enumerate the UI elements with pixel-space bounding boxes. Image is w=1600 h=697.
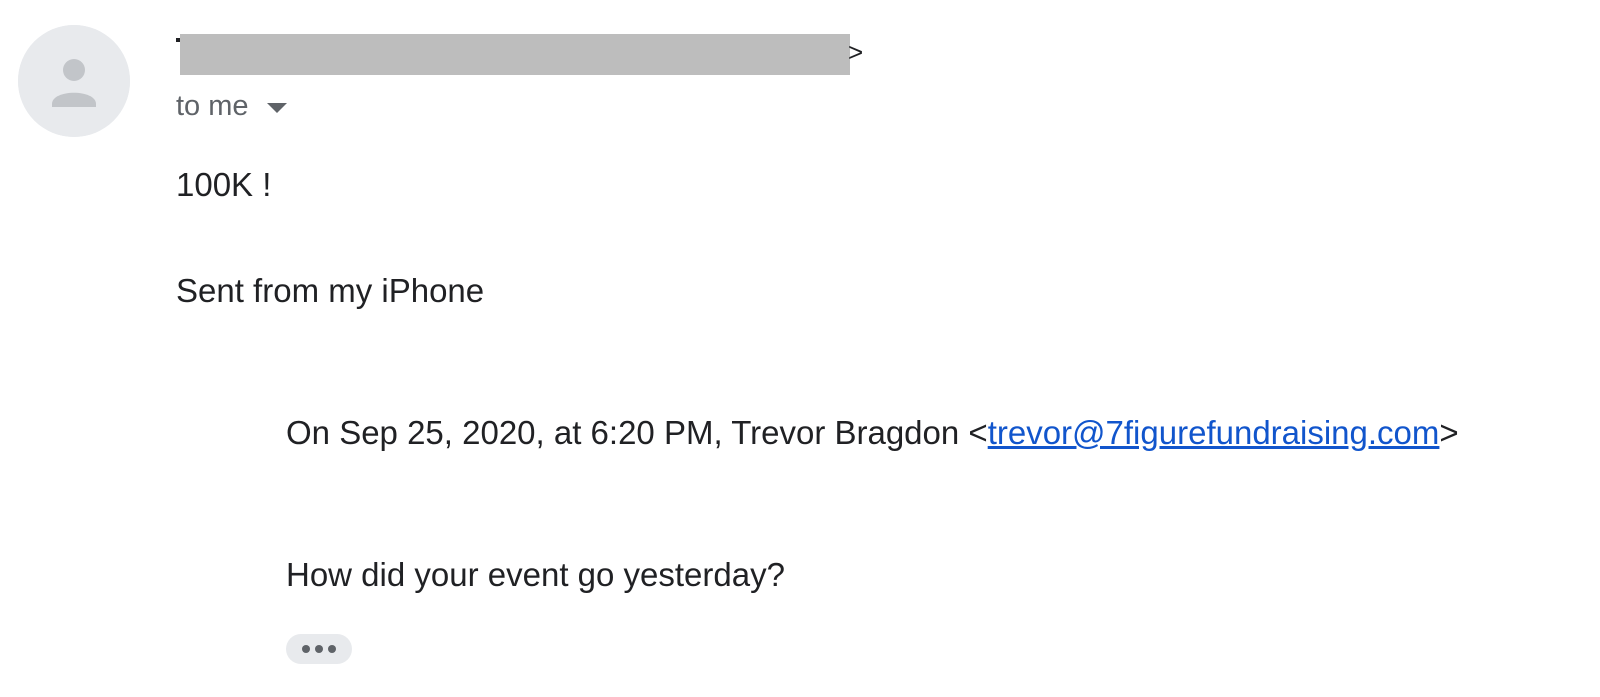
more-horiz-icon [328,645,336,653]
quoted-header-prefix: On Sep 25, 2020, at 6:20 PM, Trevor Brag… [286,414,988,451]
caret-down-icon[interactable] [266,102,287,113]
sender-avatar[interactable] [18,25,130,137]
person-icon [18,25,130,137]
recipient-label: to me [176,90,249,122]
quoted-body: How did your event go yesterday? [286,556,785,593]
quoted-header: On Sep 25, 2020, at 6:20 PM, Trevor Brag… [286,414,1459,452]
more-horiz-icon [315,645,323,653]
quoted-header-suffix: > [1439,414,1459,451]
recipient-details-toggle[interactable]: to me [176,90,287,123]
message-signature: Sent from my iPhone [176,272,485,309]
sender-name[interactable]: > [176,34,876,76]
show-trimmed-content-button[interactable] [286,634,352,664]
message-line: 100K ! [176,166,272,203]
quoted-sender-email-link[interactable]: trevor@7figurefundraising.com [988,414,1440,451]
more-horiz-icon [302,645,310,653]
redacted-sender-block [180,34,850,75]
email-message: > to me 100K ! Sent from my iPhone On Se… [0,0,1600,697]
sender-email-closing: > [848,37,864,67]
